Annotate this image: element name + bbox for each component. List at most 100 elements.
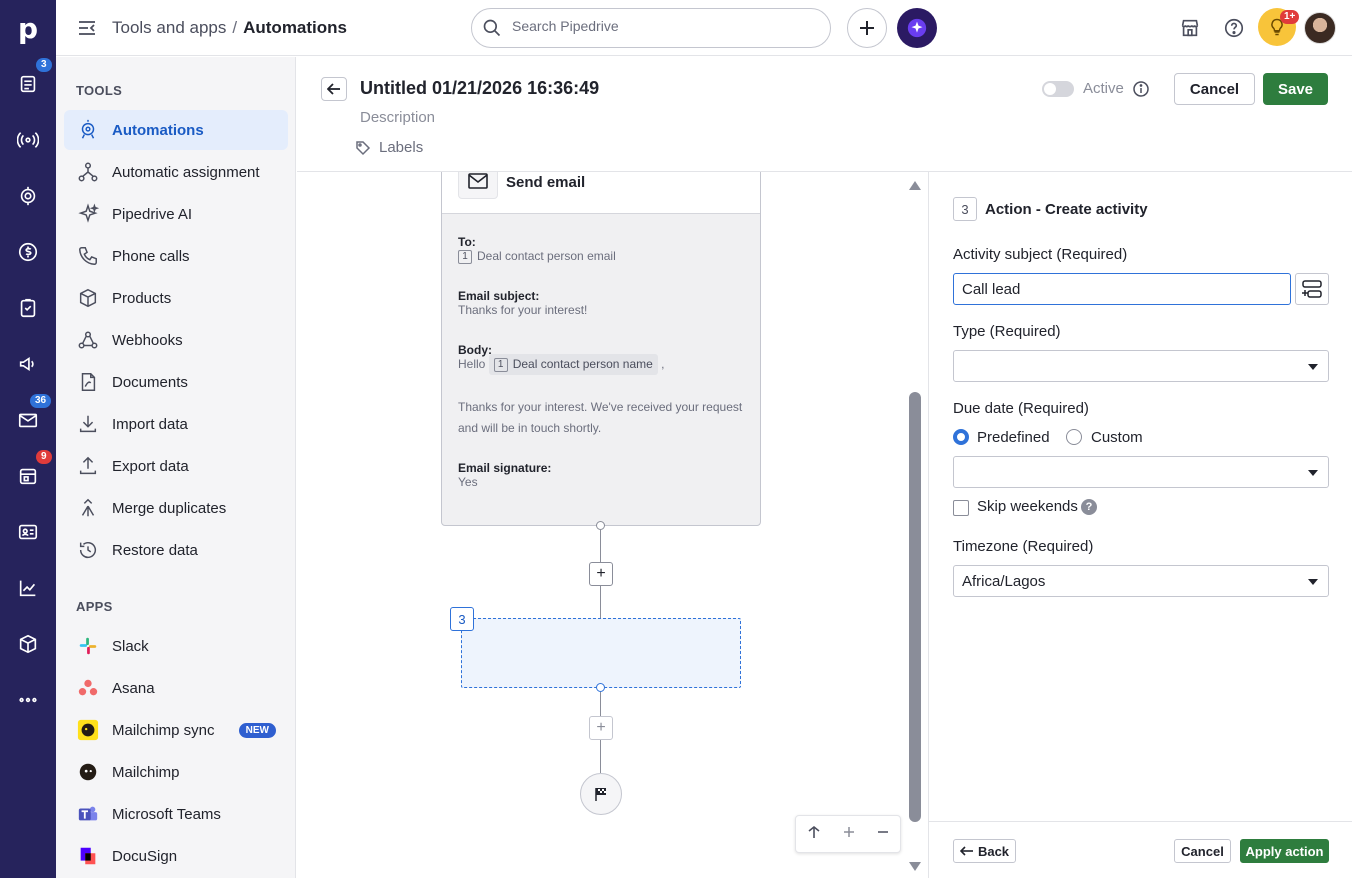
due-date-select[interactable] (953, 456, 1329, 488)
automation-canvas[interactable]: Send email To: 1 Deal contact person emai… (297, 172, 927, 878)
scroll-down-icon[interactable] (907, 860, 923, 874)
active-toggle[interactable] (1042, 81, 1074, 97)
deals-icon[interactable] (14, 126, 42, 154)
sidebar-item-phone-calls[interactable]: Phone calls (64, 236, 288, 276)
sidebar-item-asana[interactable]: Asana (64, 668, 288, 708)
add-step-button[interactable]: + (589, 716, 613, 740)
webhook-icon (76, 328, 100, 352)
apps-heading: APPS (76, 599, 113, 614)
campaigns-icon[interactable] (14, 350, 42, 378)
mail-icon[interactable] (14, 406, 42, 434)
panel-title: Action - Create activity (985, 201, 1148, 218)
more-icon[interactable] (14, 686, 42, 714)
zoom-in-icon[interactable] (843, 825, 855, 843)
pipedrive-logo[interactable]: p (0, 0, 56, 56)
avatar[interactable] (1304, 12, 1336, 44)
step-number-badge: 3 (450, 607, 474, 631)
sidebar-item-merge-duplicates[interactable]: Merge duplicates (64, 488, 288, 528)
help-icon[interactable] (1221, 15, 1247, 41)
timezone-value: Africa/Lagos (962, 572, 1046, 590)
type-select[interactable] (953, 350, 1329, 382)
document-icon (76, 370, 100, 394)
menu-toggle-icon[interactable] (76, 18, 98, 38)
tag-icon (356, 140, 371, 155)
products-rail-icon[interactable] (14, 630, 42, 658)
sidebar-item-mailchimp-sync[interactable]: Mailchimp sync NEW (64, 710, 288, 750)
search-input[interactable] (512, 18, 812, 34)
timezone-select[interactable]: Africa/Lagos (953, 565, 1329, 597)
add-step-button[interactable]: + (589, 562, 613, 586)
predefined-label[interactable]: Predefined (977, 429, 1050, 446)
arrow-up-icon[interactable] (807, 825, 821, 844)
connector-dot (596, 521, 605, 530)
info-icon[interactable] (1132, 80, 1150, 98)
activities-icon[interactable] (14, 294, 42, 322)
teams-icon (76, 802, 100, 826)
marketplace-icon[interactable] (1177, 15, 1203, 41)
due-date-label: Due date (Required) (953, 400, 1089, 417)
sidebar-item-label: Slack (112, 637, 149, 655)
canvas-scrollbar[interactable] (907, 172, 923, 878)
skip-weekends-checkbox[interactable] (953, 500, 969, 516)
new-badge: NEW (238, 722, 276, 738)
arrow-left-icon (959, 846, 973, 856)
back-button[interactable]: Back (953, 839, 1016, 863)
back-arrow-button[interactable] (321, 77, 347, 101)
body-greeting-line: Hello 1 Deal contact person name , (458, 354, 748, 375)
save-button[interactable]: Save (1263, 73, 1328, 105)
finish-flag-icon (580, 773, 622, 815)
breadcrumb-parent[interactable]: Tools and apps (112, 18, 226, 37)
sidebar-item-documents[interactable]: Documents (64, 362, 288, 402)
apply-action-button[interactable]: Apply action (1240, 839, 1329, 863)
type-label: Type (Required) (953, 323, 1061, 340)
sidebar-item-pipedrive-ai[interactable]: Pipedrive AI (64, 194, 288, 234)
sidebar-item-automations[interactable]: Automations (64, 110, 288, 150)
chevron-down-icon (1308, 470, 1318, 476)
insights-icon[interactable] (14, 574, 42, 602)
calendar-icon[interactable] (14, 462, 42, 490)
sidebar-item-products[interactable]: Products (64, 278, 288, 318)
automation-title[interactable]: Untitled 01/21/2026 16:36:49 (360, 78, 599, 99)
labels-text: Labels (379, 139, 424, 156)
insert-field-button[interactable] (1295, 273, 1329, 305)
search-icon (483, 19, 501, 37)
card-title: Send email (506, 174, 586, 191)
sidebar-item-export-data[interactable]: Export data (64, 446, 288, 486)
projects-icon[interactable] (14, 182, 42, 210)
sidebar-item-mailchimp[interactable]: Mailchimp (64, 752, 288, 792)
export-icon (76, 454, 100, 478)
activity-subject-input[interactable] (953, 273, 1291, 305)
send-email-step-card[interactable]: Send email To: 1 Deal contact person emai… (441, 172, 761, 526)
sidebar-item-label: Products (112, 289, 172, 307)
panel-cancel-button[interactable]: Cancel (1174, 839, 1231, 863)
sidebar-item-slack[interactable]: Slack (64, 626, 288, 666)
sidebar-item-webhooks[interactable]: Webhooks (64, 320, 288, 360)
sidebar-item-import-data[interactable]: Import data (64, 404, 288, 444)
custom-radio[interactable] (1066, 429, 1082, 445)
add-button[interactable] (847, 8, 887, 48)
ai-assistant-button[interactable] (897, 8, 937, 48)
sidebar-item-microsoft-teams[interactable]: Microsoft Teams (64, 794, 288, 834)
sidebar-item-docusign[interactable]: DocuSign (64, 836, 288, 876)
sidebar-item-restore-data[interactable]: Restore data (64, 530, 288, 570)
scrollbar-thumb[interactable] (909, 392, 921, 822)
money-icon[interactable] (14, 238, 42, 266)
sidebar-item-automatic-assignment[interactable]: Automatic assignment (64, 152, 288, 192)
plus-icon (860, 21, 874, 35)
new-step-placeholder[interactable] (461, 618, 741, 688)
sidebar-item-label: Mailchimp (112, 763, 180, 781)
description-field[interactable]: Description (360, 109, 435, 126)
leads-icon[interactable] (14, 70, 42, 98)
tools-heading: TOOLS (76, 83, 123, 98)
custom-label[interactable]: Custom (1091, 429, 1143, 446)
labels-button[interactable]: Labels (355, 139, 423, 156)
search-box[interactable] (471, 8, 831, 48)
scroll-up-icon[interactable] (907, 178, 923, 192)
help-icon[interactable]: ? (1081, 499, 1097, 515)
body-greeting: Hello (458, 357, 486, 371)
predefined-radio[interactable] (953, 429, 969, 445)
contacts-icon[interactable] (14, 518, 42, 546)
cancel-button[interactable]: Cancel (1174, 73, 1255, 105)
skip-weekends-label[interactable]: Skip weekends (977, 498, 1078, 515)
zoom-out-icon[interactable] (877, 825, 889, 843)
